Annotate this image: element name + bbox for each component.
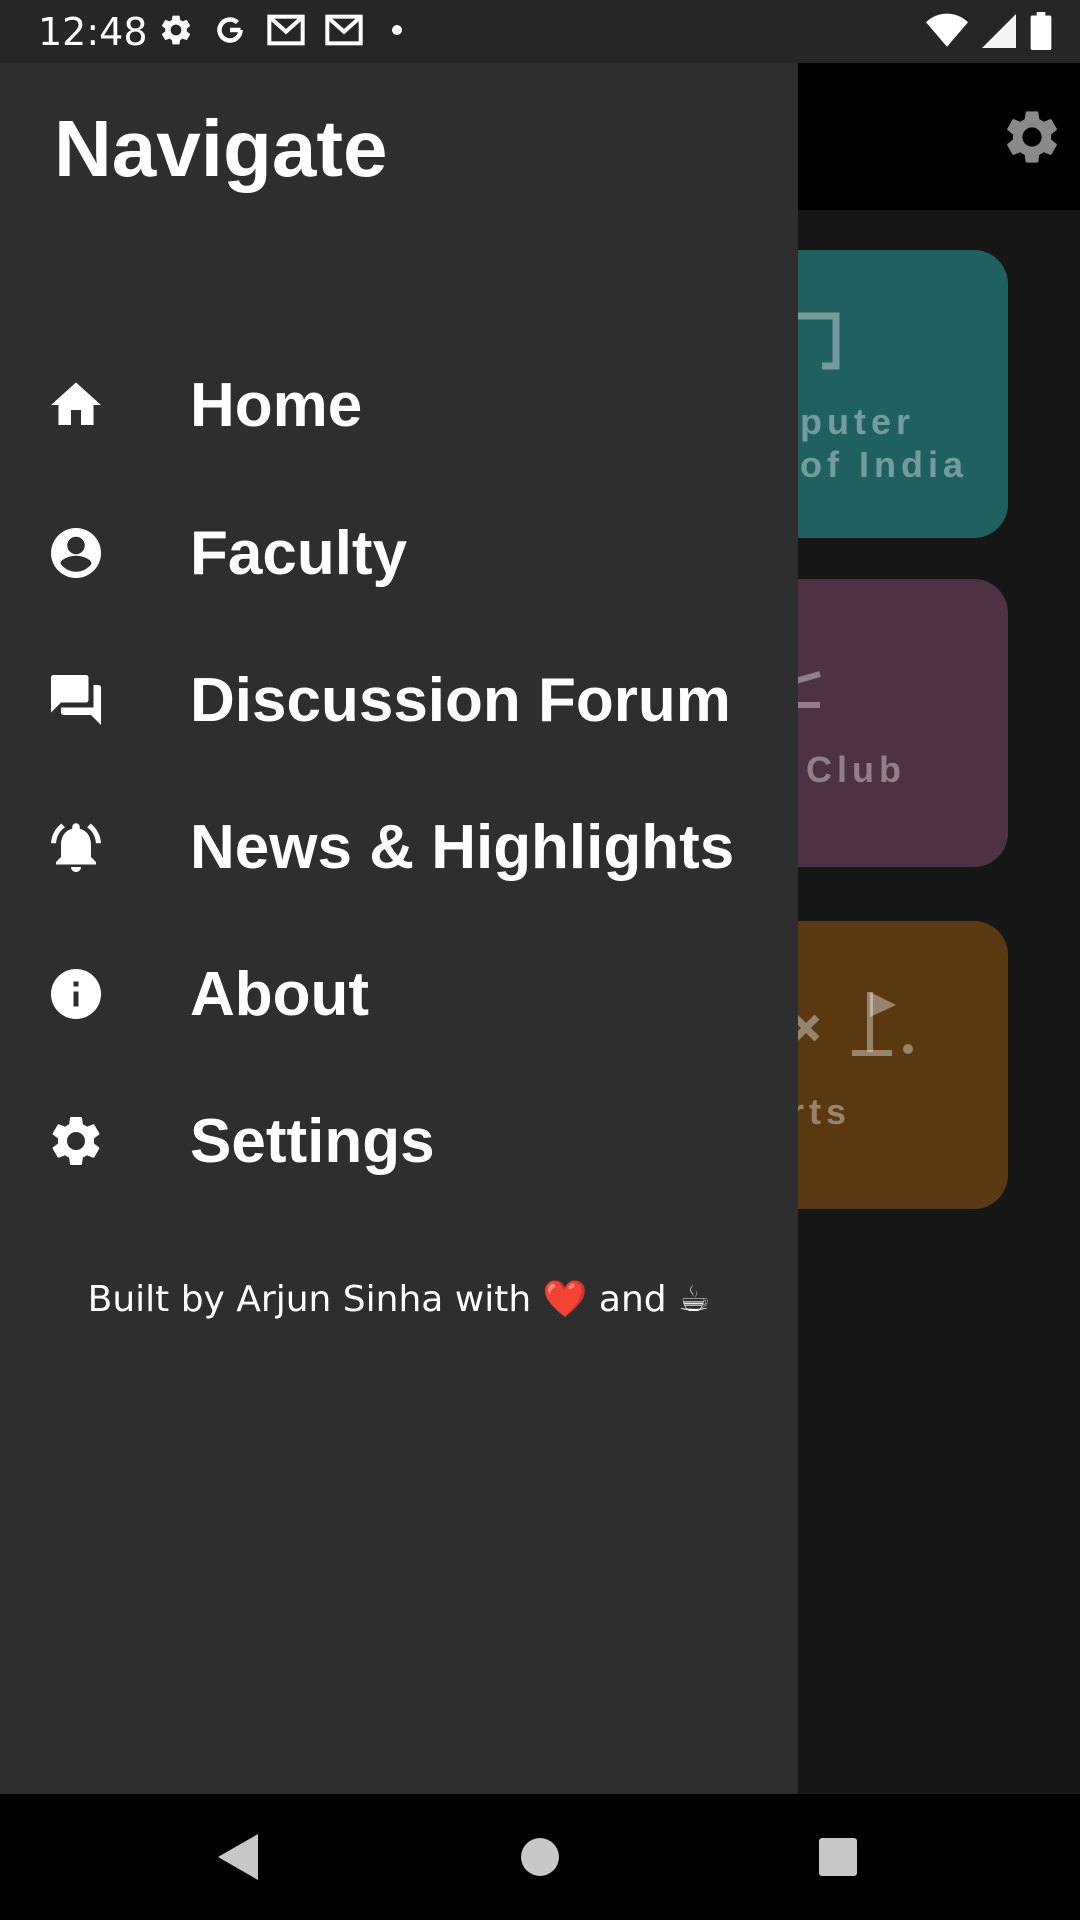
heart-icon: ❤️ [542, 1279, 588, 1320]
system-nav-bar [0, 1794, 1080, 1920]
status-icons-right [926, 12, 1052, 50]
navigation-drawer: Navigate Home Faculty Discussion Forum N… [0, 63, 798, 1794]
gear-icon[interactable] [1000, 105, 1064, 174]
home-icon [46, 375, 106, 435]
status-icons-left [158, 12, 412, 48]
home-circle-icon[interactable] [519, 1832, 561, 1887]
nav-item-label: Discussion Forum [190, 665, 731, 735]
nav-item-about[interactable]: About [0, 934, 798, 1054]
footer-credit: Built by Arjun Sinha with ❤️ and ☕ [0, 1278, 798, 1320]
nav-item-label: Home [190, 370, 363, 440]
back-icon[interactable] [216, 1832, 262, 1887]
gmail-icon [266, 13, 306, 47]
nav-item-discussion-forum[interactable]: Discussion Forum [0, 640, 798, 760]
nav-item-label: Settings [190, 1106, 435, 1176]
info-icon [46, 964, 106, 1024]
drawer-title: Navigate [54, 104, 388, 193]
card-label: rts [790, 1091, 852, 1132]
status-bar: 12:48 [0, 0, 1080, 63]
monitor-icon [794, 312, 844, 377]
golf-icon [790, 987, 920, 1072]
forum-icon [46, 670, 106, 730]
nav-item-settings[interactable]: Settings [0, 1081, 798, 1201]
bell-ring-icon [46, 817, 106, 877]
battery-icon [1030, 12, 1052, 50]
status-time: 12:48 [38, 10, 148, 54]
card-label: Club [806, 749, 906, 790]
nav-item-faculty[interactable]: Faculty [0, 493, 798, 613]
recents-icon[interactable] [817, 1832, 859, 1887]
google-icon [212, 12, 248, 48]
signal-icon [982, 13, 1016, 49]
coffee-icon: ☕ [678, 1279, 711, 1320]
account-circle-icon [46, 523, 106, 583]
card-label: puter of India [800, 401, 968, 485]
wifi-icon [926, 13, 968, 49]
dot-icon [382, 15, 412, 45]
nav-item-news-highlights[interactable]: News & Highlights [0, 787, 798, 907]
nav-item-label: News & Highlights [190, 812, 735, 882]
gear-icon [46, 1111, 106, 1171]
tool-icon [791, 667, 852, 722]
nav-item-home[interactable]: Home [0, 345, 798, 465]
gear-icon [158, 12, 194, 48]
nav-item-label: About [190, 959, 370, 1029]
footer-credit-prefix: Built by Arjun Sinha with [87, 1279, 543, 1320]
footer-credit-middle: and [587, 1279, 679, 1320]
nav-item-label: Faculty [190, 518, 408, 588]
gmail-icon [324, 13, 364, 47]
